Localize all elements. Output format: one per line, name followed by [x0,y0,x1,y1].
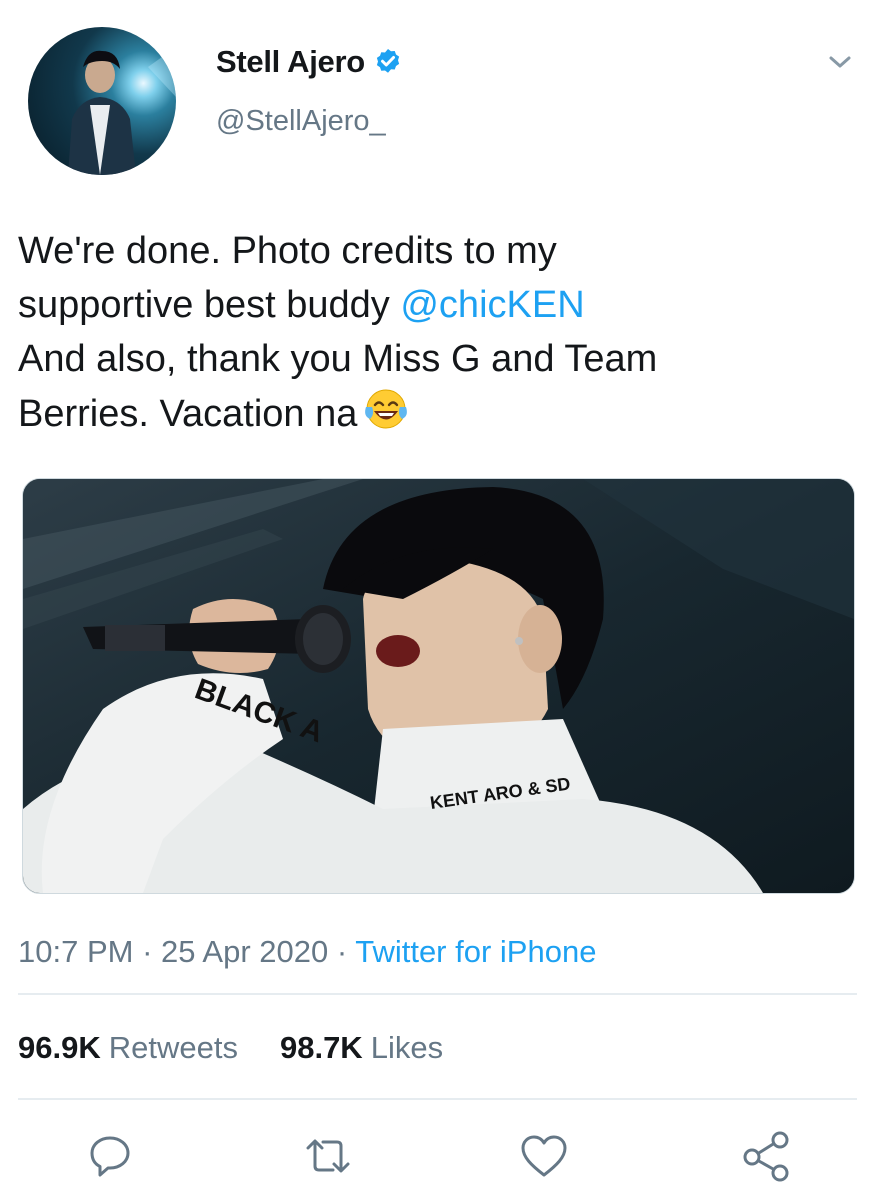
author-name-row[interactable]: Stell Ajero [216,42,403,82]
tweet-text: We're done. Photo credits to my supporti… [18,224,848,441]
tweet-date[interactable]: 25 Apr 2020 [161,934,328,969]
likes-label: Likes [370,1030,444,1065]
verified-badge-icon [376,49,399,73]
retweets-label: Retweets [108,1030,238,1065]
avatar[interactable] [28,27,176,175]
share-button[interactable] [738,1128,794,1184]
tweet-time[interactable]: 10:7 PM [18,934,133,969]
retweets-stat[interactable]: 96.9K Retweets [18,1030,238,1066]
retweet-button[interactable] [300,1128,356,1184]
divider [18,993,857,995]
tweet-text-part-2: And also, thank you Miss G and Team Berr… [18,338,658,435]
mention-link[interactable]: @chicKEN [400,284,584,326]
meta-separator: · [133,934,162,969]
like-icon [521,1135,567,1177]
retweets-count: 96.9K [18,1030,101,1065]
tweet-meta: 10:7 PM · 25 Apr 2020 · Twitter for iPho… [18,934,596,970]
retweet-icon [306,1139,350,1173]
tears-of-joy-emoji-icon [365,389,408,429]
divider [18,1098,857,1100]
reply-button[interactable] [82,1128,138,1184]
share-icon [743,1131,789,1182]
tweet-photo[interactable]: BLACK A KENT ARO & SD [22,478,855,894]
like-button[interactable] [516,1128,572,1184]
meta-separator: · [328,934,356,969]
author-handle[interactable]: @StellAjero_ [216,105,386,138]
tweet-source-link[interactable]: Twitter for iPhone [355,934,596,969]
tweet-stats: 96.9K Retweets 98.7K Likes [18,1030,443,1066]
likes-stat[interactable]: 98.7K Likes [280,1030,443,1066]
reply-icon [90,1136,130,1177]
chevron-down-icon[interactable] [826,52,854,72]
likes-count: 98.7K [279,1030,363,1065]
display-name[interactable]: Stell Ajero [216,44,365,80]
